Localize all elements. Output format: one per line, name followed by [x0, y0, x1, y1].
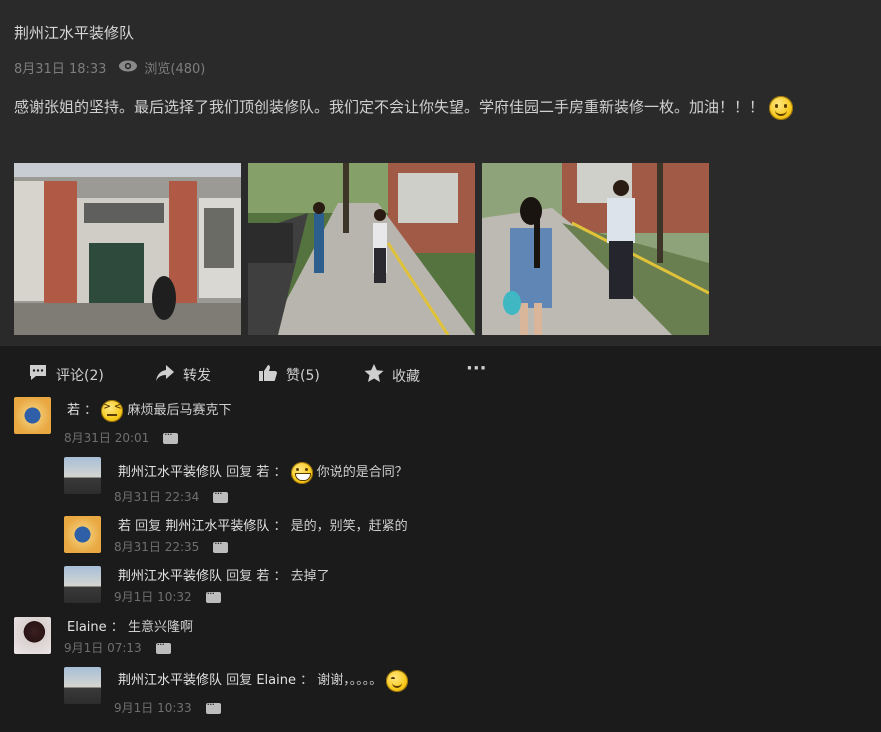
favorite-button[interactable]: 收藏 [364, 364, 420, 387]
share-arrow-icon [155, 364, 175, 386]
comment-time: 9月1日 10:33 [114, 701, 192, 715]
post-card: 荆州江水平装修队 8月31日 18:33 浏览(480) 感谢张姐的坚持。最后选… [0, 0, 881, 346]
smile-emoji-icon [386, 669, 409, 692]
comment-author[interactable]: 若 [118, 519, 131, 534]
smile-emoji-icon [768, 95, 793, 120]
comment-meta: 8月31日 22:35 [114, 537, 229, 555]
forward-button[interactable]: 转发 [155, 364, 211, 386]
like-button[interactable]: 赞(5) [258, 364, 320, 386]
comment-text: 去掉了 [290, 569, 330, 584]
reply-word: 回复 [226, 673, 253, 688]
comment-item: Elaine ： 生意兴隆啊 [67, 616, 193, 635]
comment-time: 9月1日 07:13 [64, 641, 142, 655]
comment-meta: 9月1日 10:32 [114, 587, 221, 605]
annoyed-emoji-icon [101, 399, 124, 422]
comment-icon [28, 364, 48, 386]
eye-icon [118, 60, 138, 76]
post-date: 8月31日 18:33 [14, 62, 107, 77]
comment-item: 若 ： 麻烦最后马赛克下 [67, 399, 231, 422]
comment-separator: ： [273, 569, 287, 584]
comment-author[interactable]: 荆州江水平装修队 [118, 673, 222, 688]
avatar[interactable] [64, 566, 101, 603]
comment-item: 荆州江水平装修队 回复 Elaine ： 谢谢，。。。。 [118, 669, 409, 692]
reply-target[interactable]: 若 [256, 465, 269, 480]
reply-bubble-icon[interactable] [213, 537, 229, 553]
reply-bubble-icon[interactable] [155, 638, 171, 654]
more-button[interactable]: ··· [466, 358, 487, 379]
comment-text: 是的，别笑，赶紧的 [290, 519, 408, 534]
comment-separator: ： [273, 465, 287, 480]
action-bar: 评论(2) 转发 赞(5) 收藏 ··· [0, 346, 881, 398]
comment-meta: 8月31日 20:01 [64, 428, 179, 446]
reply-bubble-icon[interactable] [205, 587, 221, 603]
comment-label: 评论(2) [56, 368, 104, 384]
comment-time: 8月31日 22:35 [114, 540, 200, 554]
comment-author[interactable]: 荆州江水平装修队 [118, 465, 222, 480]
comment-separator: ： [300, 673, 314, 688]
thumbs-up-icon [258, 364, 278, 386]
favorite-label: 收藏 [392, 368, 420, 385]
post-body: 感谢张姐的坚持。最后选择了我们顶创装修队。我们定不会让你失望。学府佳园二手房重新… [14, 92, 834, 122]
forward-label: 转发 [183, 368, 211, 384]
avatar[interactable] [64, 667, 101, 704]
reply-target[interactable]: Elaine [256, 673, 296, 688]
more-icon: ··· [466, 358, 487, 379]
reply-word: 回复 [135, 519, 162, 534]
comment-author[interactable]: 若 [67, 403, 80, 418]
reply-word: 回复 [226, 465, 253, 480]
reply-bubble-icon[interactable] [213, 487, 229, 503]
comment-time: 9月1日 10:32 [114, 590, 192, 604]
comment-item: 荆州江水平装修队 回复 若 ： 你说的是合同？ [118, 461, 408, 484]
post-meta: 8月31日 18:33 浏览(480) [14, 58, 205, 77]
comment-time: 8月31日 22:34 [114, 490, 200, 504]
comment-text: 麻烦最后马赛克下 [127, 403, 232, 418]
comment-meta: 9月1日 10:33 [114, 698, 221, 716]
comment-item: 荆州江水平装修队 回复 若 ： 去掉了 [118, 565, 330, 584]
avatar[interactable] [14, 617, 51, 654]
reply-word: 回复 [226, 569, 253, 584]
reply-bubble-icon[interactable] [205, 698, 221, 714]
comment-text: 生意兴隆啊 [127, 620, 193, 635]
reply-target[interactable]: 荆州江水平装修队 [165, 519, 269, 534]
photo-street-left[interactable] [248, 163, 475, 335]
photo-building-entrance[interactable] [14, 163, 241, 335]
post-text: 感谢张姐的坚持。最后选择了我们顶创装修队。我们定不会让你失望。学府佳园二手房重新… [14, 98, 765, 116]
comment-meta: 8月31日 22:34 [114, 487, 229, 505]
reply-target[interactable]: 若 [256, 569, 269, 584]
avatar[interactable] [64, 457, 101, 494]
avatar[interactable] [64, 516, 101, 553]
star-icon [364, 364, 384, 387]
comment-button[interactable]: 评论(2) [28, 364, 104, 386]
comment-author[interactable]: 荆州江水平装修队 [118, 569, 222, 584]
grin-emoji-icon [290, 461, 313, 484]
comment-author[interactable]: Elaine [67, 620, 107, 635]
comment-text: 你说的是合同？ [316, 465, 408, 480]
avatar[interactable] [14, 397, 51, 434]
view-count: 浏览(480) [144, 62, 206, 77]
comment-meta: 9月1日 07:13 [64, 638, 171, 656]
photo-grid [14, 163, 709, 335]
photo-street-right[interactable] [482, 163, 709, 335]
comment-item: 若 回复 荆州江水平装修队 ： 是的，别笑，赶紧的 [118, 515, 408, 534]
comment-separator: ： [273, 519, 287, 534]
comment-text: 谢谢，。。。。 [317, 673, 383, 688]
comment-separator: ： [110, 620, 124, 635]
post-title[interactable]: 荆州江水平装修队 [14, 22, 134, 43]
comment-separator: ： [84, 403, 98, 418]
reply-bubble-icon[interactable] [163, 428, 179, 444]
like-label: 赞(5) [286, 368, 320, 384]
comment-time: 8月31日 20:01 [64, 431, 150, 445]
